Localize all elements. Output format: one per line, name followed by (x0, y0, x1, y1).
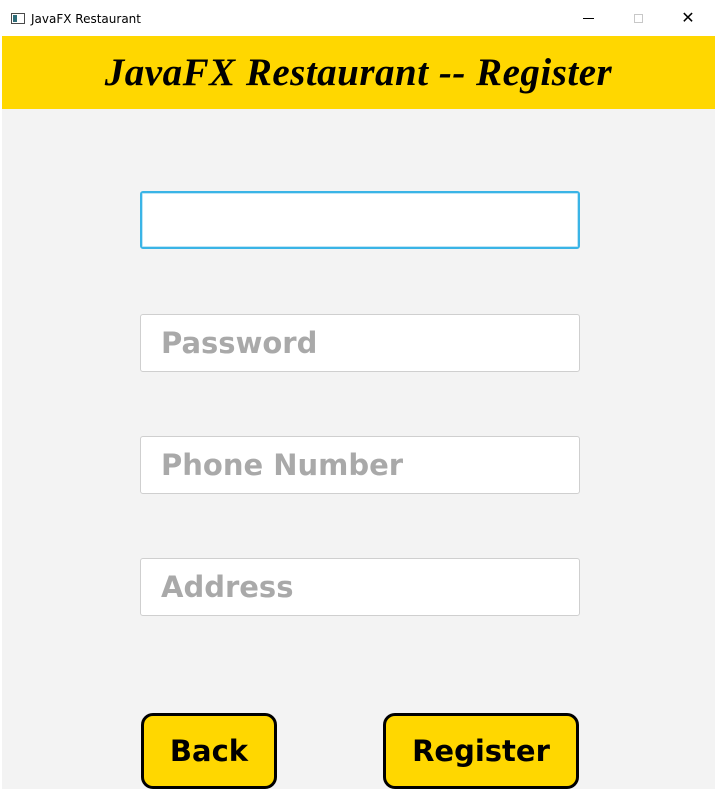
page-header: JavaFX Restaurant -- Register (2, 36, 715, 109)
password-field[interactable] (140, 314, 580, 372)
window-title: JavaFX Restaurant (31, 12, 141, 26)
page-title: JavaFX Restaurant -- Register (104, 51, 613, 94)
back-button[interactable]: Back (141, 713, 277, 789)
register-form: Back Register (2, 109, 715, 789)
java-app-icon (11, 13, 25, 24)
close-button[interactable]: ✕ (665, 0, 711, 36)
username-field[interactable] (140, 191, 580, 249)
minimize-icon (582, 17, 594, 19)
phone-number-field[interactable] (140, 436, 580, 494)
minimize-button[interactable] (565, 0, 611, 36)
window-titlebar[interactable]: JavaFX Restaurant ✕ (0, 0, 717, 36)
maximize-button[interactable] (615, 0, 661, 36)
register-button[interactable]: Register (383, 713, 579, 789)
address-field[interactable] (140, 558, 580, 616)
maximize-icon (633, 13, 643, 23)
close-icon: ✕ (681, 8, 695, 27)
